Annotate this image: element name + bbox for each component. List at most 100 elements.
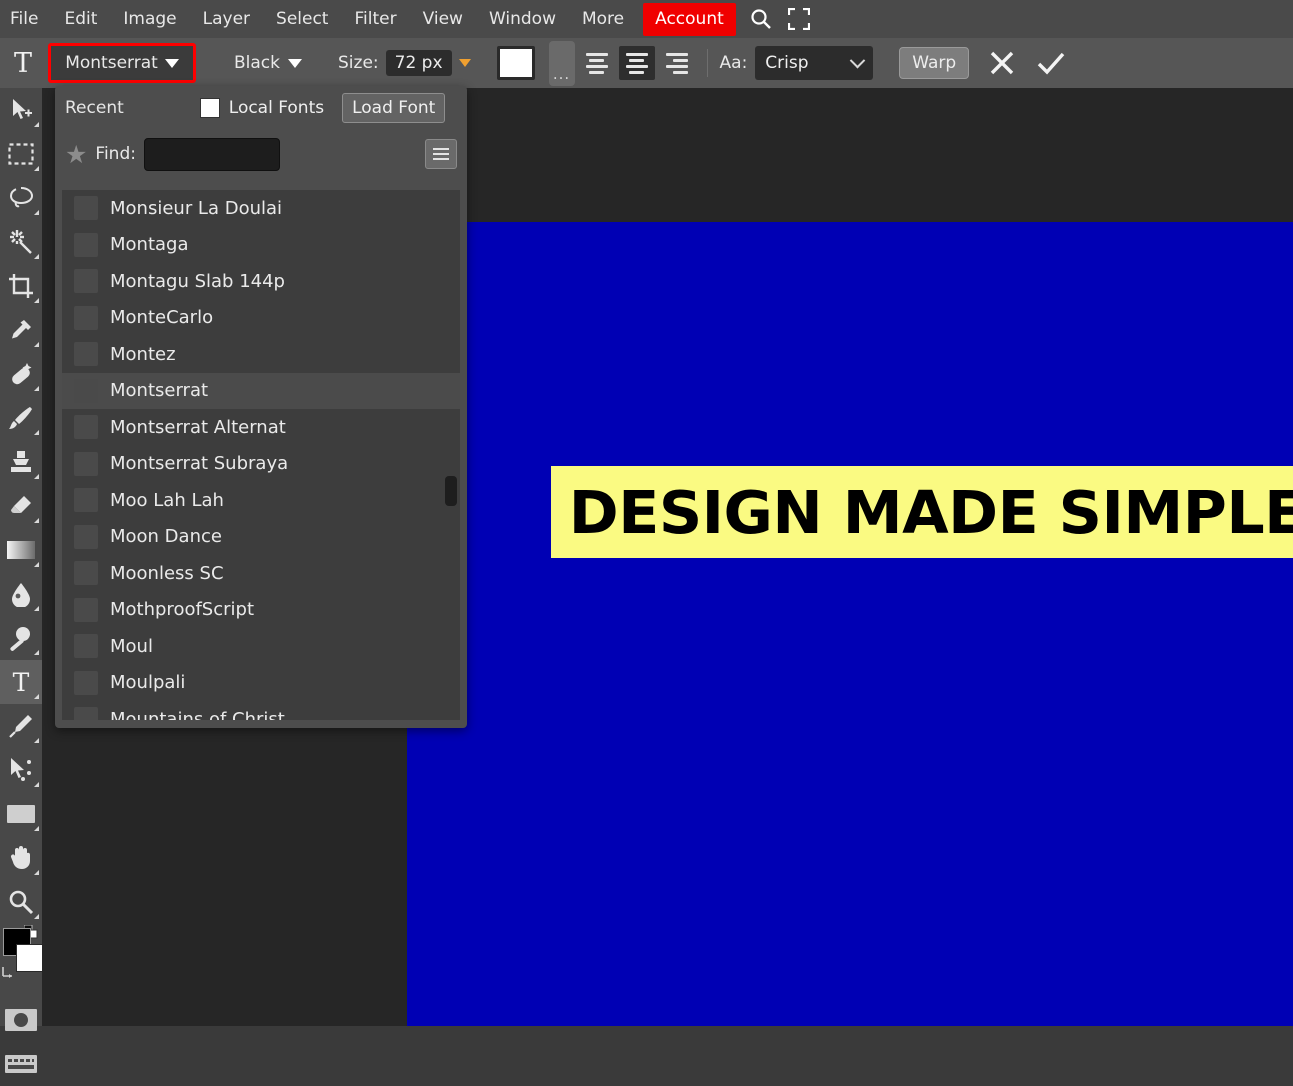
text-color-swatch[interactable] xyxy=(496,46,535,80)
text-banner[interactable]: DESIGN MADE SIMPLE xyxy=(551,466,1293,558)
menu-item-layer[interactable]: Layer xyxy=(190,0,263,38)
font-name: Montez xyxy=(110,343,176,365)
search-icon[interactable] xyxy=(742,0,780,38)
path-selection-tool[interactable] xyxy=(0,748,42,792)
font-name: Montagu Slab 144p xyxy=(110,270,285,292)
document-canvas[interactable]: DESIGN MADE SIMPLE xyxy=(407,222,1293,1026)
list-item[interactable]: MothproofScript xyxy=(62,592,460,629)
crop-tool[interactable] xyxy=(0,264,42,308)
dodge-tool[interactable] xyxy=(0,616,42,660)
font-name: Mountains of Christ xyxy=(110,708,285,720)
font-name: Moon Dance xyxy=(110,526,222,548)
screen-mode-icon[interactable] xyxy=(0,1042,42,1086)
font-preview-icon xyxy=(74,707,98,720)
list-item[interactable]: MonteCarlo xyxy=(62,300,460,337)
fullscreen-icon[interactable] xyxy=(780,0,818,38)
font-preview-icon xyxy=(74,524,98,549)
commit-icon[interactable] xyxy=(1035,48,1067,78)
star-icon[interactable]: ★ xyxy=(65,142,87,167)
account-button[interactable]: Account xyxy=(643,2,736,36)
warp-button[interactable]: Warp xyxy=(899,47,970,79)
tools-panel: T xyxy=(0,88,44,1073)
swap-colors-icon[interactable] xyxy=(1,964,15,981)
font-name: MothproofScript xyxy=(110,599,255,621)
menu-item-select[interactable]: Select xyxy=(263,0,341,38)
list-item[interactable]: Moonless SC xyxy=(62,555,460,592)
list-item[interactable]: Montagu Slab 144p xyxy=(62,263,460,300)
font-preview-icon xyxy=(74,378,98,403)
align-right-button[interactable] xyxy=(659,46,695,80)
healing-brush-tool[interactable] xyxy=(0,352,42,396)
rectangular-marquee-tool[interactable] xyxy=(0,132,42,176)
menu-item-filter[interactable]: Filter xyxy=(341,0,409,38)
color-swatches[interactable] xyxy=(0,924,44,986)
font-preview-icon xyxy=(74,342,98,367)
list-item[interactable]: Monsieur La Doulai xyxy=(62,190,460,227)
menu-bar: File Edit Image Layer Select Filter View… xyxy=(0,0,1293,38)
font-name: Montserrat xyxy=(110,380,209,402)
font-preview-icon xyxy=(74,232,98,257)
font-list-scrollbar[interactable] xyxy=(445,190,457,720)
chevron-down-icon xyxy=(458,59,471,67)
hand-tool[interactable] xyxy=(0,836,42,880)
menu-item-more[interactable]: More xyxy=(569,0,637,38)
type-tool[interactable]: T xyxy=(0,660,42,704)
recent-label[interactable]: Recent xyxy=(65,98,124,118)
more-options-button[interactable]: ... xyxy=(548,40,575,86)
list-item[interactable]: Moo Lah Lah xyxy=(62,482,460,519)
zoom-tool[interactable] xyxy=(0,880,42,924)
font-style-value: Black xyxy=(234,53,280,73)
move-tool[interactable] xyxy=(0,88,42,132)
checkbox-icon[interactable] xyxy=(199,98,220,118)
font-size-control[interactable]: Size: 72 px xyxy=(338,50,471,76)
quick-mask-icon[interactable] xyxy=(0,998,42,1042)
font-list[interactable]: Monsieur La Doulai Montaga Montagu Slab … xyxy=(62,190,460,720)
find-input[interactable] xyxy=(143,137,280,171)
align-left-button[interactable] xyxy=(579,46,615,80)
clone-stamp-tool[interactable] xyxy=(0,440,42,484)
lasso-tool[interactable] xyxy=(0,176,42,220)
list-item[interactable]: Montez xyxy=(62,336,460,373)
scrollbar-thumb[interactable] xyxy=(445,476,457,506)
antialias-value: Crisp xyxy=(765,53,809,73)
menu-item-window[interactable]: Window xyxy=(476,0,569,38)
list-item[interactable]: Montaga xyxy=(62,227,460,264)
local-fonts-checkbox[interactable]: Local Fonts xyxy=(199,98,324,118)
list-item[interactable]: Moon Dance xyxy=(62,519,460,556)
eyedropper-tool[interactable] xyxy=(0,308,42,352)
font-size-label: Size: xyxy=(338,53,379,73)
eraser-tool[interactable] xyxy=(0,484,42,528)
blur-tool[interactable] xyxy=(0,572,42,616)
font-preview-icon xyxy=(74,597,98,622)
rectangle-tool[interactable] xyxy=(0,792,42,836)
font-preview-icon xyxy=(74,634,98,659)
antialias-dropdown[interactable]: Crisp xyxy=(755,46,874,80)
font-family-dropdown[interactable]: Montserrat xyxy=(48,43,196,83)
load-font-button[interactable]: Load Font xyxy=(342,93,446,123)
list-item[interactable]: Moulpali xyxy=(62,665,460,702)
menu-item-image[interactable]: Image xyxy=(110,0,189,38)
find-label: Find: xyxy=(95,144,136,164)
list-item[interactable]: Moul xyxy=(62,628,460,665)
align-center-button[interactable] xyxy=(618,46,655,80)
font-name: Monsieur La Doulai xyxy=(110,197,283,219)
font-size-value[interactable]: 72 px xyxy=(385,50,452,76)
list-item[interactable]: Montserrat Alternat xyxy=(62,409,460,446)
brush-tool[interactable] xyxy=(0,396,42,440)
menu-item-edit[interactable]: Edit xyxy=(51,0,110,38)
cancel-icon[interactable] xyxy=(987,48,1017,78)
list-item[interactable]: Montserrat Subraya xyxy=(62,446,460,483)
font-find-row: ★ Find: xyxy=(55,130,467,178)
font-style-dropdown[interactable]: Black xyxy=(234,53,302,73)
pen-tool[interactable] xyxy=(0,704,42,748)
gradient-tool[interactable] xyxy=(0,528,42,572)
menu-item-file[interactable]: File xyxy=(0,0,51,38)
background-color-swatch[interactable] xyxy=(16,944,44,972)
magic-wand-tool[interactable] xyxy=(0,220,42,264)
canvas-text: DESIGN MADE SIMPLE xyxy=(568,477,1293,547)
font-preview-icon xyxy=(74,269,98,294)
list-item-selected[interactable]: Montserrat xyxy=(62,372,460,409)
list-item[interactable]: Mountains of Christ xyxy=(62,701,460,720)
menu-item-view[interactable]: View xyxy=(410,0,476,38)
hamburger-icon[interactable] xyxy=(425,139,457,169)
